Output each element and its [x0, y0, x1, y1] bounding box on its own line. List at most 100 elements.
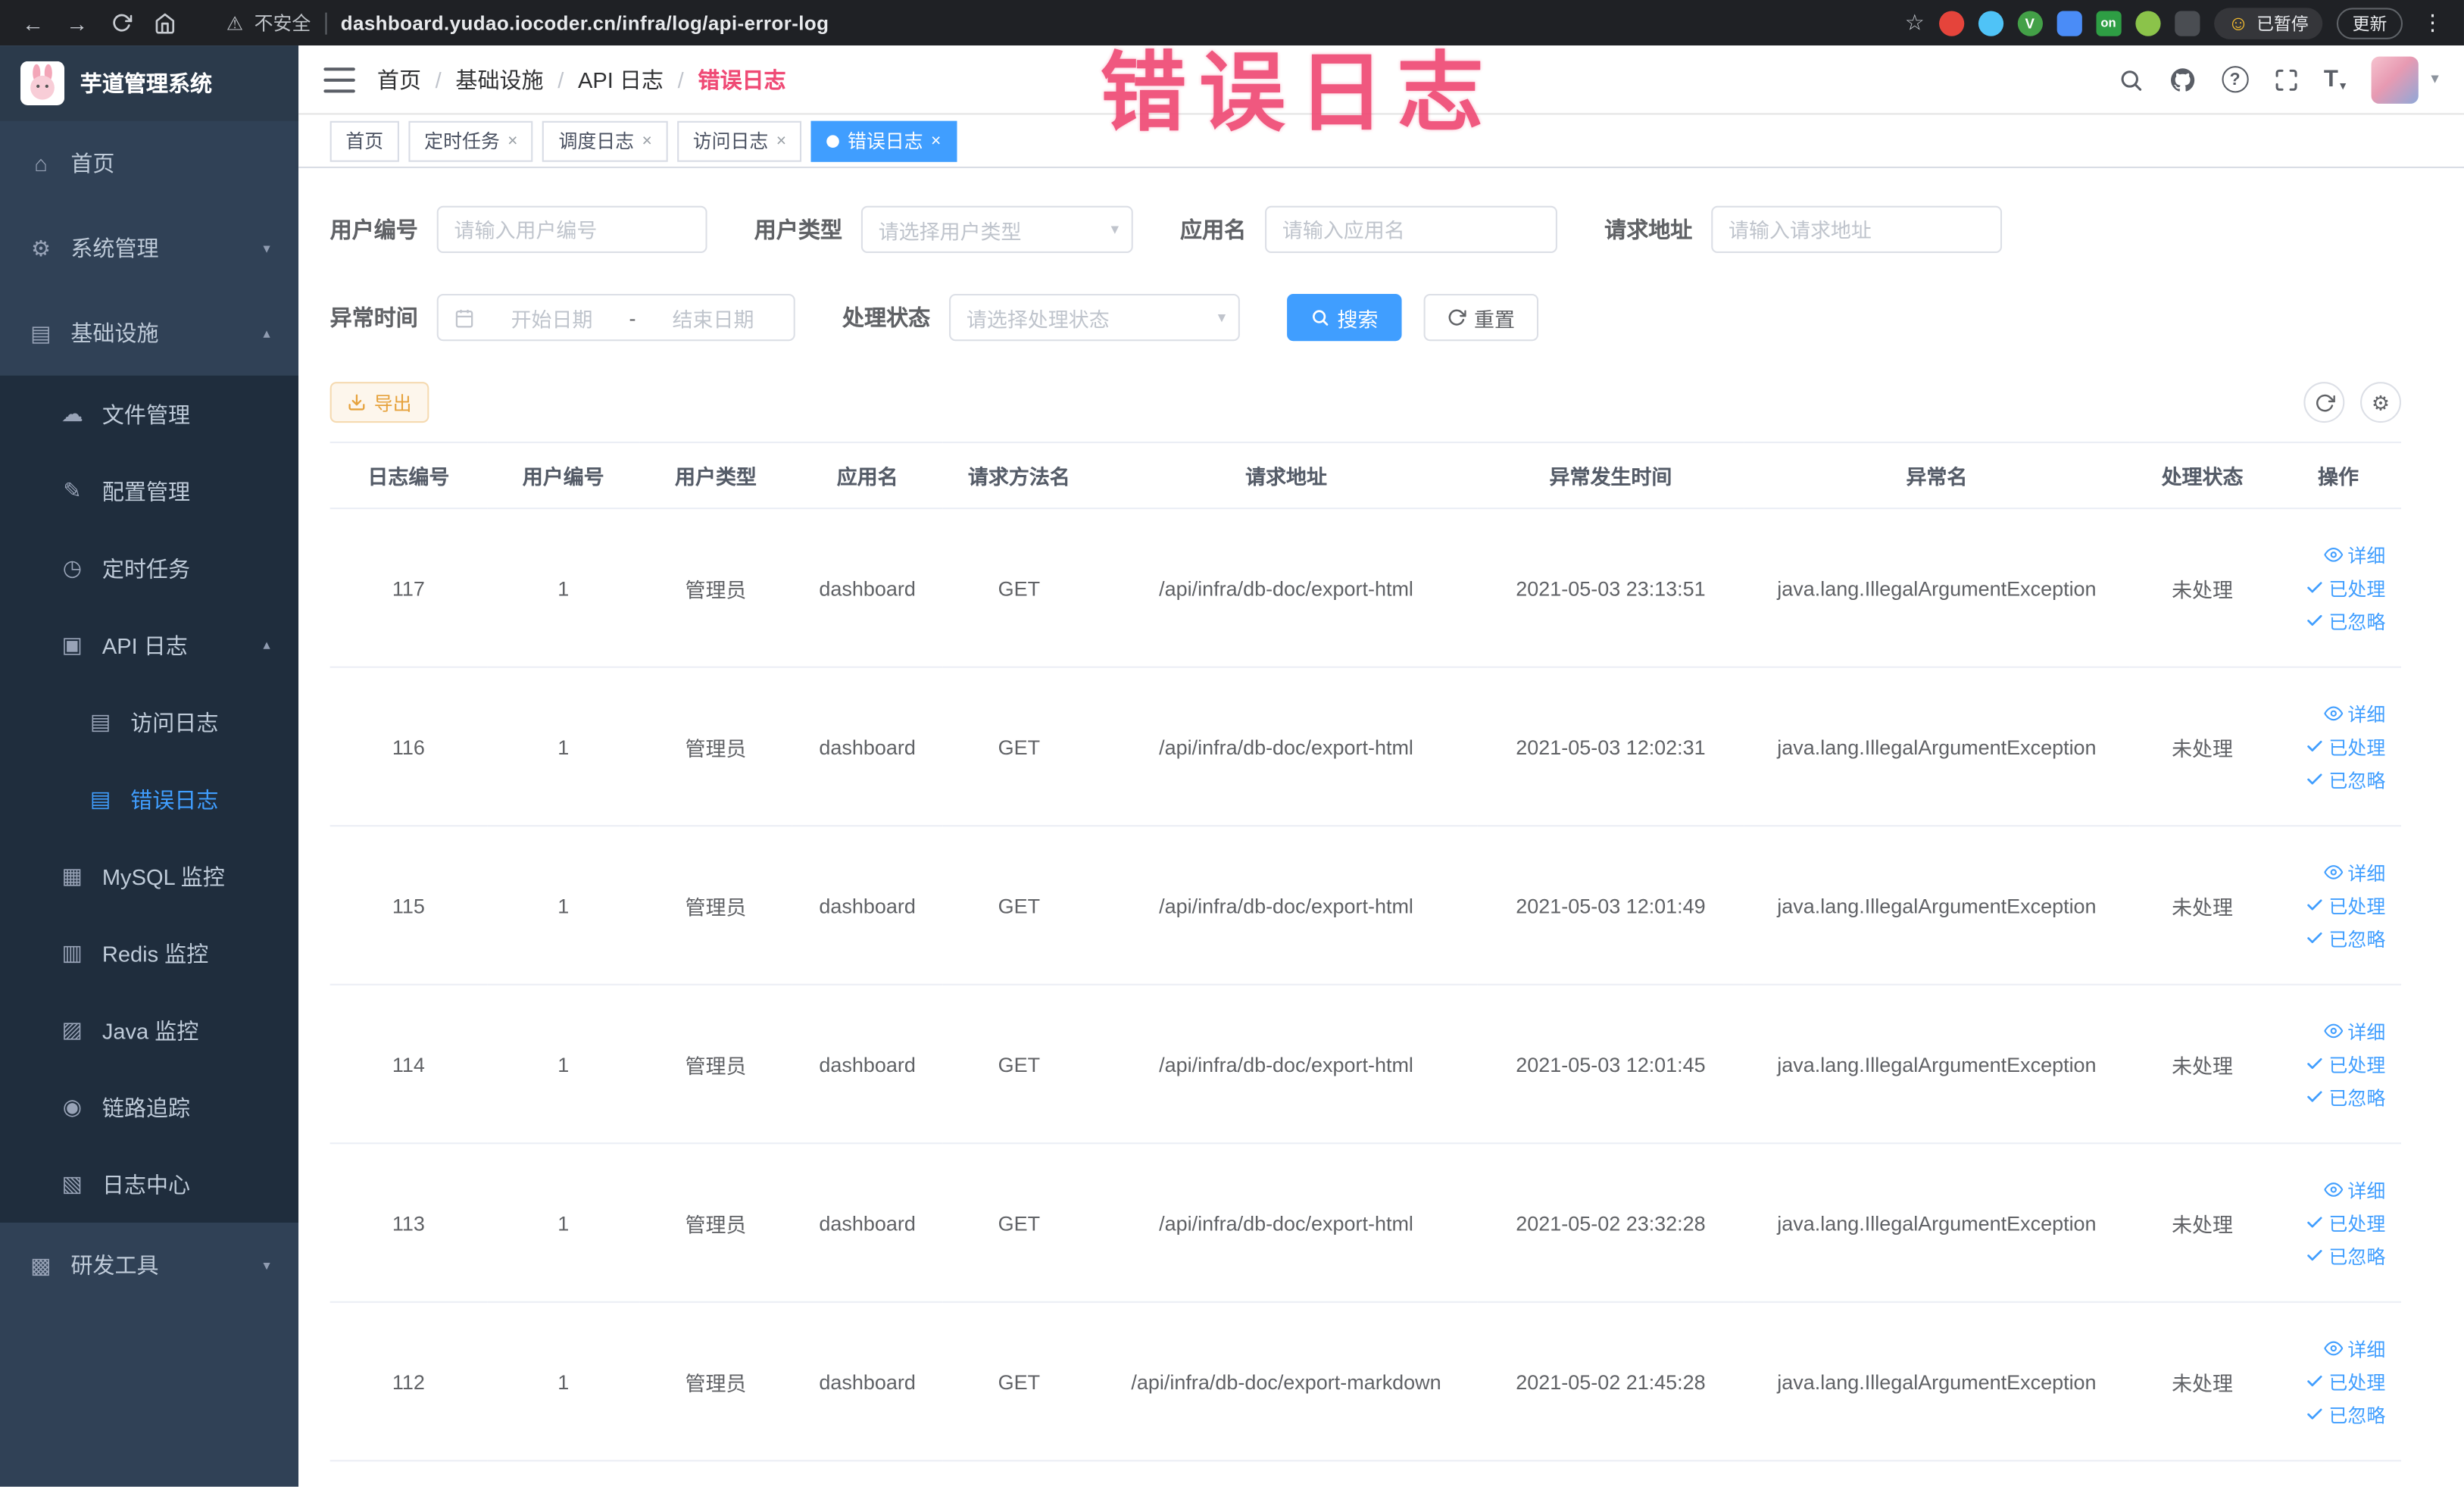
reload-icon[interactable] — [104, 5, 139, 40]
cell-url: /api/infra/db-doc/export-html — [1095, 984, 1478, 1145]
bookmark-star-icon[interactable]: ☆ — [1905, 9, 1925, 36]
paused-badge[interactable]: ☺ 已暂停 — [2213, 7, 2323, 39]
sidebar-item-config-management[interactable]: ✎ 配置管理 — [0, 452, 298, 530]
detail-link[interactable]: 详细 — [2324, 1176, 2385, 1203]
back-icon[interactable]: ← — [16, 5, 51, 40]
user-id-input[interactable] — [436, 205, 707, 254]
extension-icon[interactable] — [2135, 10, 2160, 36]
mark-ignored-link[interactable]: 已忽略 — [2305, 766, 2385, 792]
mark-processed-link[interactable]: 已处理 — [2305, 1051, 2385, 1077]
app-logo[interactable]: 芋道管理系统 — [0, 45, 299, 121]
mark-ignored-link[interactable]: 已忽略 — [2305, 1242, 2385, 1269]
close-icon[interactable]: × — [931, 131, 941, 150]
eye-icon — [2324, 706, 2344, 721]
sidebar-item-access-log[interactable]: ▤ 访问日志 — [0, 683, 298, 761]
tab-access-log[interactable]: 访问日志 × — [676, 120, 802, 161]
sidebar-item-error-log[interactable]: ▤ 错误日志 — [0, 761, 298, 838]
detail-link[interactable]: 详细 — [2324, 542, 2385, 568]
mark-ignored-link[interactable]: 已忽略 — [2305, 1083, 2385, 1110]
forward-icon[interactable]: → — [60, 5, 95, 40]
update-button[interactable]: 更新 — [2336, 7, 2403, 39]
extension-icon[interactable]: on — [2095, 10, 2122, 36]
mark-ignored-link[interactable]: 已忽略 — [2305, 925, 2385, 951]
sidebar-item-dev-tools[interactable]: ▩ 研发工具 ▾ — [0, 1223, 298, 1307]
tab-schedule-log[interactable]: 调度日志 × — [542, 120, 668, 161]
cell-url: /api/infra/db-doc/export-html — [1095, 1143, 1478, 1303]
browser-toolbar: ← → ⚠ 不安全 dashboard.yudao.iocoder.cn/inf… — [0, 0, 2464, 46]
tab-scheduled-jobs[interactable]: 定时任务 × — [408, 120, 534, 161]
sidebar-item-infrastructure[interactable]: ▤ 基础设施 ▴ — [0, 291, 298, 376]
mark-processed-link[interactable]: 已处理 — [2305, 892, 2385, 918]
cell-status: 未处理 — [2129, 508, 2276, 668]
help-icon[interactable]: ? — [2222, 66, 2249, 93]
user-id-label: 用户编号 — [329, 217, 418, 242]
detail-link[interactable]: 详细 — [2324, 859, 2385, 886]
sidebar-item-redis-monitor[interactable]: ▥ Redis 监控 — [0, 914, 298, 992]
sidebar-item-mysql-monitor[interactable]: ▦ MySQL 监控 — [0, 838, 298, 915]
tab-home[interactable]: 首页 — [329, 120, 399, 161]
check-icon — [2307, 899, 2322, 911]
table-row: 113 1 管理员 dashboard GET /api/infra/db-do… — [329, 1143, 2401, 1303]
mark-processed-link[interactable]: 已处理 — [2305, 574, 2385, 601]
url-text[interactable]: dashboard.yudao.iocoder.cn/infra/log/api… — [341, 12, 829, 34]
search-button[interactable]: 搜索 — [1287, 293, 1402, 342]
home-icon[interactable] — [148, 5, 183, 40]
extension-icon[interactable] — [2056, 10, 2082, 36]
mark-processed-link[interactable]: 已处理 — [2305, 1209, 2385, 1236]
mark-processed-link[interactable]: 已处理 — [2305, 733, 2385, 760]
page-content: 用户编号 用户类型 请选择用户类型 ▾ 应用名 — [298, 167, 2464, 1487]
sidebar-item-trace[interactable]: ◉ 链路追踪 — [0, 1069, 298, 1146]
sidebar-collapse-icon[interactable] — [323, 67, 355, 92]
browser-menu-icon[interactable]: ⋮ — [2417, 9, 2448, 36]
extension-icon[interactable] — [1978, 10, 2003, 36]
export-button[interactable]: 导出 — [329, 382, 429, 423]
sidebar-item-scheduled-jobs[interactable]: ◷ 定时任务 — [0, 530, 298, 607]
sidebar-item-java-monitor[interactable]: ▨ Java 监控 — [0, 992, 298, 1069]
reset-button[interactable]: 重置 — [1423, 293, 1539, 342]
user-type-select[interactable]: 请选择用户类型 ▾ — [860, 205, 1133, 254]
refresh-table-button[interactable] — [2303, 382, 2345, 423]
search-icon[interactable] — [2118, 67, 2143, 92]
request-url-input[interactable] — [1711, 205, 2003, 254]
address-bar[interactable]: ⚠ 不安全 dashboard.yudao.iocoder.cn/infra/l… — [226, 9, 829, 36]
mark-ignored-link[interactable]: 已忽略 — [2305, 1401, 2385, 1428]
extension-icon[interactable]: V — [2017, 10, 2043, 36]
sidebar-item-log-center[interactable]: ▧ 日志中心 — [0, 1145, 298, 1223]
extension-icon[interactable] — [1938, 10, 1964, 36]
mark-ignored-link[interactable]: 已忽略 — [2305, 608, 2385, 634]
avatar[interactable] — [2371, 55, 2419, 103]
mark-processed-link[interactable]: 已处理 — [2305, 1368, 2385, 1395]
close-icon[interactable]: × — [776, 131, 786, 150]
avatar-caret-icon[interactable]: ▾ — [2431, 70, 2438, 88]
extension-icon[interactable] — [2174, 10, 2200, 36]
app-name-input[interactable] — [1265, 205, 1557, 254]
cell-user-id: 1 — [487, 1301, 640, 1462]
detail-link[interactable]: 详细 — [2324, 1335, 2385, 1361]
column-header-actions: 操作 — [2275, 441, 2401, 510]
sidebar-item-api-log[interactable]: ▣ API 日志 ▴ — [0, 607, 298, 684]
chevron-down-icon: ▾ — [1217, 308, 1226, 326]
sidebar-item-home[interactable]: ⌂ 首页 — [0, 121, 298, 206]
sidebar-item-system-management[interactable]: ⚙ 系统管理 ▾ — [0, 206, 298, 291]
sidebar-item-file-management[interactable]: ☁ 文件管理 — [0, 376, 298, 453]
fullscreen-icon[interactable] — [2273, 67, 2298, 92]
cell-time: 2021-05-03 12:01:45 — [1477, 984, 1744, 1145]
breadcrumb-infrastructure[interactable]: 基础设施 — [455, 64, 543, 95]
sidebar: 芋道管理系统 ⌂ 首页 ⚙ 系统管理 ▾ ▤ 基础设施 ▴ ☁ 文件管理 ✎ 配… — [0, 45, 299, 1487]
breadcrumb-home[interactable]: 首页 — [377, 64, 421, 95]
close-icon[interactable]: × — [507, 131, 517, 150]
column-settings-button[interactable]: ⚙ — [2360, 382, 2401, 423]
eye-icon — [2324, 1341, 2344, 1356]
detail-link[interactable]: 详细 — [2324, 1017, 2385, 1044]
column-header-user-id: 用户编号 — [487, 441, 640, 510]
cell-user-type: 管理员 — [639, 508, 792, 668]
font-size-icon[interactable]: T ▾ — [2324, 66, 2346, 92]
process-status-select[interactable]: 请选择处理状态 ▾ — [949, 293, 1240, 342]
tab-error-log[interactable]: 错误日志 × — [811, 120, 957, 161]
request-url-field: 请求地址 — [1604, 205, 2003, 254]
github-icon[interactable] — [2168, 65, 2196, 93]
detail-link[interactable]: 详细 — [2324, 700, 2385, 726]
close-icon[interactable]: × — [642, 131, 651, 150]
breadcrumb-api-log[interactable]: API 日志 — [578, 64, 664, 95]
date-range-picker[interactable]: 开始日期 - 结束日期 — [436, 293, 795, 342]
